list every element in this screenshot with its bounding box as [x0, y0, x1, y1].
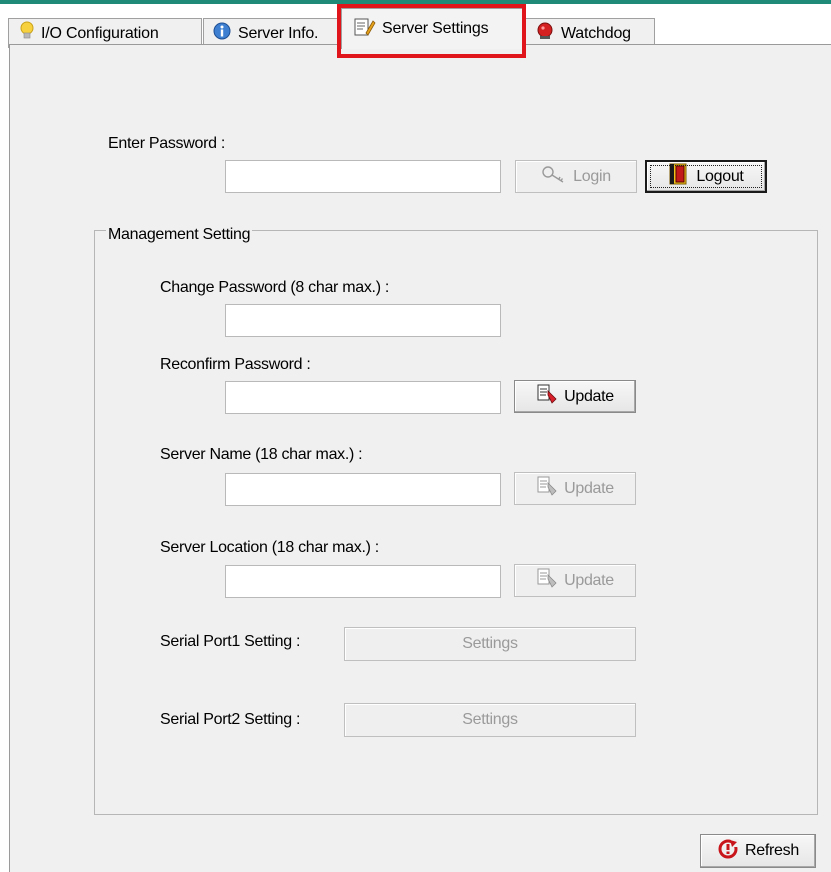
server-location-label: Server Location (18 char max.) : [160, 539, 379, 556]
login-button-label: Login [573, 167, 611, 185]
update-button-label: Update [564, 387, 614, 405]
logout-button[interactable]: Logout [645, 160, 767, 193]
settings-button-label: Settings [462, 711, 518, 728]
logout-button-label: Logout [696, 167, 744, 185]
tab-label: Server Info. [238, 24, 319, 42]
settings-button-label: Settings [462, 635, 518, 652]
tab-label: Watchdog [561, 24, 631, 42]
update-document-icon [536, 383, 558, 410]
serial-port2-settings-button[interactable]: Settings [344, 703, 636, 737]
reconfirm-password-input[interactable] [225, 381, 501, 414]
tab-label: I/O Configuration [41, 24, 159, 42]
watchdog-icon [535, 21, 555, 46]
update-document-icon [536, 475, 558, 502]
change-password-label: Change Password (8 char max.) : [160, 279, 390, 296]
enter-password-label: Enter Password : [108, 135, 226, 152]
serial-port1-settings-button[interactable]: Settings [344, 627, 636, 661]
management-setting-title: Management Setting [106, 226, 253, 244]
change-password-input[interactable] [225, 304, 501, 337]
update-document-icon [536, 567, 558, 594]
update-button-label: Update [564, 479, 614, 497]
lightbulb-icon [19, 21, 35, 46]
update-server-location-button[interactable]: Update [514, 564, 636, 597]
login-button[interactable]: Login [515, 160, 637, 193]
door-exit-icon [668, 162, 690, 191]
server-location-input[interactable] [225, 565, 501, 598]
active-tab-highlight [337, 4, 526, 58]
reconfirm-password-label: Reconfirm Password : [160, 356, 311, 373]
update-server-name-button[interactable]: Update [514, 472, 636, 505]
update-password-button[interactable]: Update [514, 380, 636, 413]
enter-password-input[interactable] [225, 160, 501, 193]
server-name-label: Server Name (18 char max.) : [160, 446, 363, 463]
update-button-label: Update [564, 571, 614, 589]
key-icon [541, 164, 567, 189]
server-name-input[interactable] [225, 473, 501, 506]
refresh-button-label: Refresh [745, 842, 799, 859]
refresh-button[interactable]: Refresh [700, 834, 816, 868]
refresh-icon [717, 838, 740, 865]
serial-port2-label: Serial Port2 Setting : [160, 711, 301, 728]
info-icon [212, 21, 232, 46]
serial-port1-label: Serial Port1 Setting : [160, 633, 301, 650]
